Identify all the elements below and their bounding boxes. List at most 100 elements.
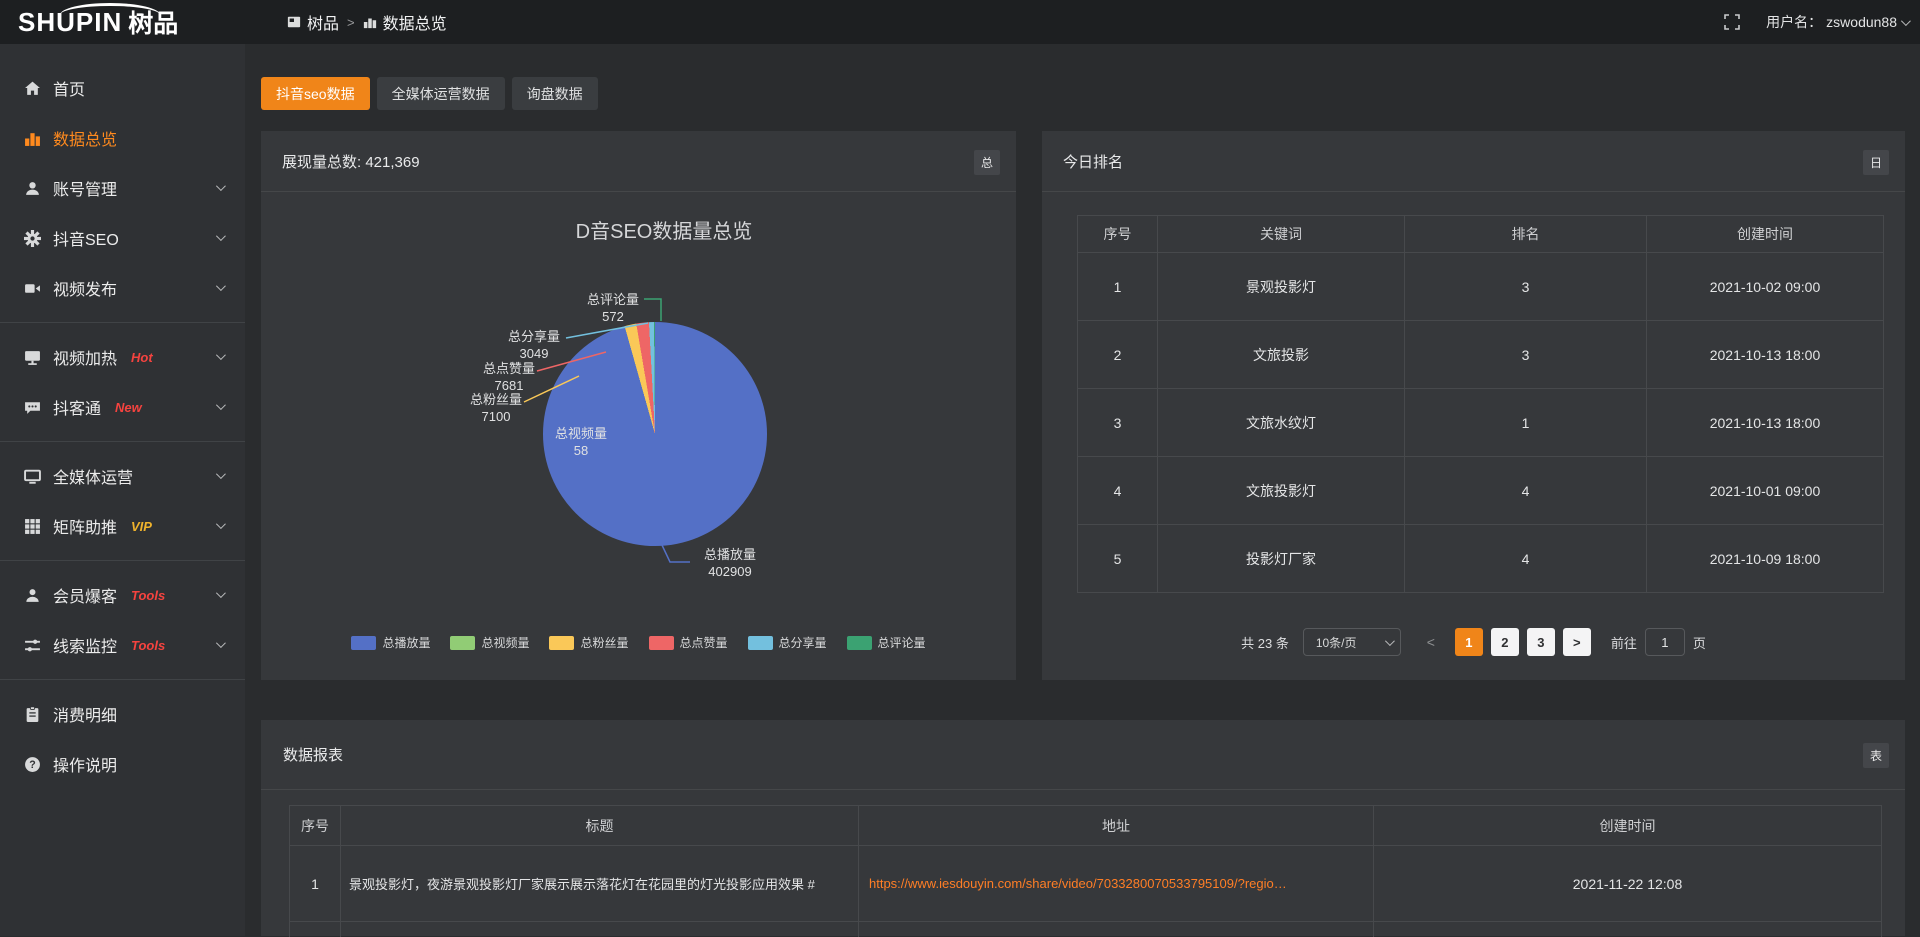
sidebar-item-douyin-seo[interactable]: 抖音SEO bbox=[0, 213, 245, 263]
tools-badge: Tools bbox=[131, 638, 165, 653]
user-menu[interactable]: 用户名： zswodun88 bbox=[1766, 12, 1908, 32]
sidebar-item-lead-monitor[interactable]: 线索监控 Tools bbox=[0, 620, 245, 670]
panel-title: 今日排名 bbox=[1063, 151, 1123, 172]
table-row: 1 景观投影灯 3 2021-10-02 09:00 bbox=[1078, 253, 1884, 321]
legend-item-plays[interactable]: 总播放量 bbox=[351, 634, 430, 651]
member-icon bbox=[24, 587, 41, 604]
tab-inquiry-data[interactable]: 询盘数据 bbox=[512, 77, 598, 110]
sidebar-divider bbox=[0, 560, 245, 561]
report-table: 序号 标题 地址 创建时间 1 景观投影灯，夜游景观投影灯厂家展示展示落花灯在花… bbox=[289, 805, 1882, 937]
data-tabs: 抖音seo数据 全媒体运营数据 询盘数据 bbox=[261, 77, 598, 110]
impressions-total: 展现量总数: 421,369 bbox=[282, 151, 420, 172]
table-view-button[interactable]: 表 bbox=[1863, 743, 1889, 768]
chevron-down-icon bbox=[216, 281, 226, 291]
sidebar-item-member-baoke[interactable]: 会员爆客 Tools bbox=[0, 570, 245, 620]
legend-item-likes[interactable]: 总点赞量 bbox=[649, 634, 728, 651]
sidebar-item-media-operation[interactable]: 全媒体运营 bbox=[0, 451, 245, 501]
pie-label-fans: 总粉丝量7100 bbox=[470, 391, 522, 425]
goto-page-input[interactable] bbox=[1645, 628, 1685, 656]
table-row: 5 投影灯厂家 4 2021-10-09 18:00 bbox=[1078, 525, 1884, 593]
ranking-table: 序号 关键词 排名 创建时间 1 景观投影灯 3 2021-10-02 09:0… bbox=[1077, 215, 1884, 593]
panel-title: 数据报表 bbox=[283, 744, 343, 765]
total-count: 共 23 条 bbox=[1241, 633, 1289, 652]
table-row: 4 文旅投影灯 4 2021-10-01 09:00 bbox=[1078, 457, 1884, 525]
video-link[interactable]: https://www.iesdouyin.com/share/video/70… bbox=[859, 846, 1374, 922]
goto-label: 前往 bbox=[1611, 633, 1637, 652]
tab-media-operation-data[interactable]: 全媒体运营数据 bbox=[377, 77, 505, 110]
hot-badge: Hot bbox=[131, 350, 153, 365]
table-row: 3 文旅水纹灯 1 2021-10-13 18:00 bbox=[1078, 389, 1884, 457]
page-button-2[interactable]: 2 bbox=[1491, 628, 1519, 656]
user-icon bbox=[24, 180, 41, 197]
home-icon bbox=[24, 80, 41, 97]
grid-icon bbox=[24, 518, 41, 535]
table-row: 1 景观投影灯，夜游景观投影灯厂家展示展示落花灯在花园里的灯光投影应用效果 # … bbox=[290, 846, 1882, 922]
legend-item-shares[interactable]: 总分享量 bbox=[748, 634, 827, 651]
chevron-down-icon bbox=[216, 350, 226, 360]
pie-label-plays: 总播放量402909 bbox=[704, 546, 756, 580]
pie-label-likes: 总点赞量7681 bbox=[483, 360, 535, 394]
vip-badge: VIP bbox=[131, 519, 152, 534]
table-row-partial bbox=[290, 922, 1882, 937]
tab-douyin-seo-data[interactable]: 抖音seo数据 bbox=[261, 77, 370, 110]
page-size-select[interactable]: 10条/页 bbox=[1303, 628, 1401, 656]
prev-page-button[interactable]: < bbox=[1419, 628, 1443, 656]
username-label: 用户名： bbox=[1766, 12, 1822, 32]
username-value: zswodun88 bbox=[1826, 14, 1897, 30]
monitor-icon bbox=[24, 468, 41, 485]
sidebar-item-video-publish[interactable]: 视频发布 bbox=[0, 263, 245, 313]
sidebar-item-consumption-detail[interactable]: 消费明细 bbox=[0, 689, 245, 739]
pie-label-comments: 总评论量572 bbox=[587, 291, 639, 325]
next-page-button[interactable]: > bbox=[1563, 628, 1591, 656]
chevron-down-icon bbox=[216, 469, 226, 479]
data-report-panel: 数据报表 表 序号 标题 地址 创建时间 1 景观投影灯，夜游景观投影灯厂家展示… bbox=[261, 720, 1905, 936]
legend-swatch bbox=[649, 636, 674, 650]
sidebar-item-home[interactable]: 首页 bbox=[0, 63, 245, 113]
table-header-row: 序号 标题 地址 创建时间 bbox=[290, 806, 1882, 846]
video-title: 景观投影灯，夜游景观投影灯厂家展示展示落花灯在花园里的灯光投影应用效果 # bbox=[341, 846, 859, 922]
sidebar-item-data-overview[interactable]: 数据总览 bbox=[0, 113, 245, 163]
breadcrumb-root[interactable]: 树品 bbox=[287, 10, 339, 34]
goto-unit: 页 bbox=[1693, 633, 1706, 652]
chevron-down-icon bbox=[216, 588, 226, 598]
window-icon bbox=[287, 15, 301, 29]
sidebar-divider bbox=[0, 441, 245, 442]
receipt-icon bbox=[24, 706, 41, 723]
chevron-down-icon bbox=[216, 400, 226, 410]
legend-swatch bbox=[847, 636, 872, 650]
legend-item-videos[interactable]: 总视频量 bbox=[450, 634, 529, 651]
top-header: SHUPIN 树品 树品 > 数据总览 用户名： zswodun88 bbox=[0, 0, 1920, 44]
page-button-1[interactable]: 1 bbox=[1455, 628, 1483, 656]
daily-view-button[interactable]: 日 bbox=[1863, 150, 1889, 175]
breadcrumb: 树品 > 数据总览 bbox=[287, 0, 447, 44]
breadcrumb-current: 数据总览 bbox=[363, 10, 447, 34]
legend-item-fans[interactable]: 总粉丝量 bbox=[549, 634, 628, 651]
sidebar-item-instructions[interactable]: ? 操作说明 bbox=[0, 739, 245, 789]
chevron-down-icon bbox=[216, 231, 226, 241]
pagination: 共 23 条 10条/页 < 1 2 3 > 前往 页 bbox=[1042, 628, 1905, 656]
sidebar-item-matrix-boost[interactable]: 矩阵助推 VIP bbox=[0, 501, 245, 551]
legend-swatch bbox=[351, 636, 376, 650]
sidebar-divider bbox=[0, 679, 245, 680]
fullscreen-icon[interactable] bbox=[1724, 14, 1740, 30]
pie-label-videos: 总视频量58 bbox=[555, 425, 607, 459]
gear-icon bbox=[24, 230, 41, 247]
bar-chart-icon bbox=[24, 130, 41, 147]
sidebar-item-douketong[interactable]: 抖客通 New bbox=[0, 382, 245, 432]
legend-item-comments[interactable]: 总评论量 bbox=[847, 634, 926, 651]
sidebar-item-video-heat[interactable]: 视频加热 Hot bbox=[0, 332, 245, 382]
today-ranking-panel: 今日排名 日 序号 关键词 排名 创建时间 1 景观投影灯 3 2021-10-… bbox=[1042, 131, 1905, 680]
legend-swatch bbox=[748, 636, 773, 650]
chart-title: D音SEO数据量总览 bbox=[576, 215, 753, 244]
sidebar-divider bbox=[0, 322, 245, 323]
pie-label-shares: 总分享量3049 bbox=[508, 328, 560, 362]
svg-text:?: ? bbox=[29, 759, 35, 771]
tools-badge: Tools bbox=[131, 588, 165, 603]
table-row: 2 文旅投影 3 2021-10-13 18:00 bbox=[1078, 321, 1884, 389]
page-button-3[interactable]: 3 bbox=[1527, 628, 1555, 656]
video-publish-icon bbox=[24, 280, 41, 297]
chevron-down-icon bbox=[216, 519, 226, 529]
new-badge: New bbox=[115, 400, 142, 415]
sidebar-item-account[interactable]: 账号管理 bbox=[0, 163, 245, 213]
total-view-button[interactable]: 总 bbox=[974, 150, 1000, 175]
